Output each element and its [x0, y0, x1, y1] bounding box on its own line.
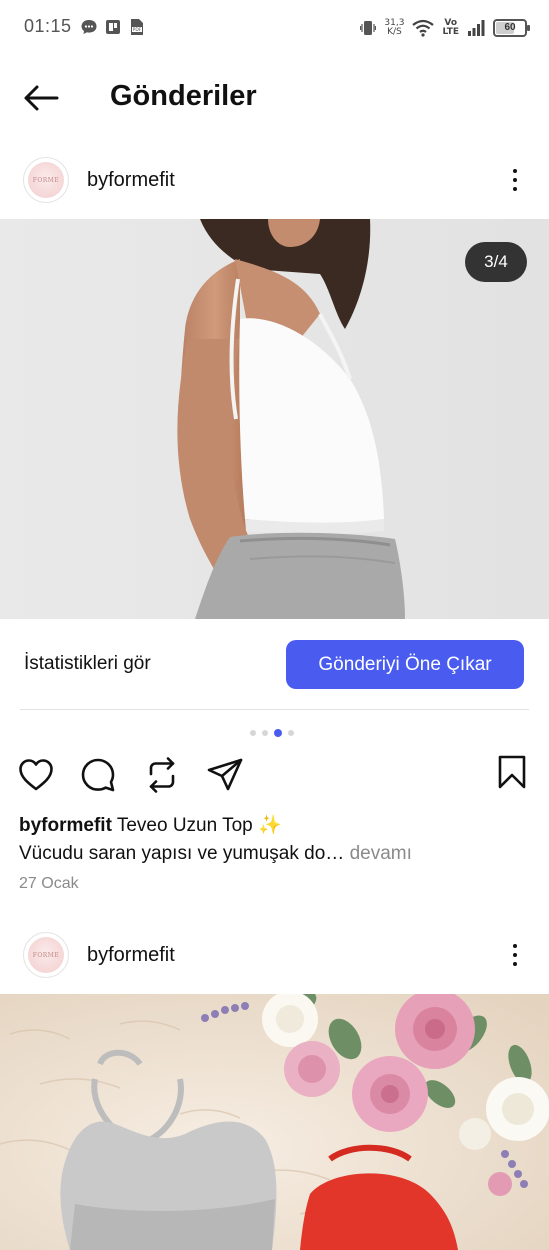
share-icon: [207, 758, 243, 791]
post-caption: byformefit Teveo Uzun Top ✨ Vücudu saran…: [19, 812, 534, 868]
carousel-dot: [288, 730, 294, 736]
caption-username[interactable]: byformefit: [19, 815, 112, 836]
chat-notification-icon: [81, 20, 97, 34]
app-notification-icon: [106, 20, 120, 34]
post-image[interactable]: [0, 219, 549, 619]
back-arrow-icon: [24, 85, 59, 111]
vibrate-icon: [360, 21, 377, 35]
post-image[interactable]: [0, 994, 549, 1250]
share-button[interactable]: [205, 755, 245, 795]
signal-icon: [468, 20, 485, 36]
view-insights-link[interactable]: İstatistikleri gör: [24, 653, 151, 675]
network-speed: 31,3 K/S: [384, 19, 404, 37]
media-counter: 3/4: [465, 242, 527, 282]
pdf-notification-icon: PDF: [131, 19, 143, 35]
caption-more-link[interactable]: devamı: [350, 843, 412, 864]
avatar[interactable]: FORME: [23, 157, 69, 203]
carousel-dot: [262, 730, 268, 736]
avatar-logo-text: FORME: [32, 951, 60, 959]
repost-icon: [149, 757, 175, 793]
battery-level: 60: [504, 22, 516, 33]
carousel-dot: [250, 730, 256, 736]
like-button[interactable]: [16, 755, 56, 795]
avatar[interactable]: FORME: [23, 932, 69, 978]
volte-indicator: Vo LTE: [442, 19, 459, 37]
save-button[interactable]: [492, 752, 532, 792]
divider: [20, 709, 529, 710]
battery-indicator: 60: [493, 19, 530, 37]
more-vertical-icon: [513, 944, 517, 948]
network-speed-unit: K/S: [387, 27, 402, 37]
bookmark-icon: [498, 755, 526, 789]
product-photo: [0, 994, 549, 1250]
product-photo: [0, 219, 549, 619]
repost-button[interactable]: [142, 755, 182, 795]
carousel-dot-active: [274, 729, 282, 737]
post-username[interactable]: byformefit: [87, 169, 175, 192]
status-bar: 01:15 PDF 31,3 K/S Vo LTE 60: [0, 0, 549, 56]
carousel-indicator: [250, 729, 294, 737]
post-date: 27 Ocak: [19, 875, 79, 892]
post-more-button[interactable]: [500, 160, 530, 200]
avatar-logo-text: FORME: [32, 176, 60, 184]
page-title: Gönderiler: [110, 80, 257, 112]
avatar-logo: FORME: [28, 937, 64, 973]
status-time: 01:15: [24, 16, 72, 36]
avatar-logo: FORME: [28, 162, 64, 198]
more-vertical-icon: [513, 169, 517, 173]
comment-icon: [81, 758, 115, 792]
volte-bottom: LTE: [442, 27, 459, 37]
svg-text:PDF: PDF: [133, 27, 142, 33]
post-more-button[interactable]: [500, 935, 530, 975]
heart-icon: [19, 759, 53, 791]
boost-post-button[interactable]: Gönderiyi Öne Çıkar: [286, 640, 524, 689]
caption-title: Teveo Uzun Top ✨: [116, 815, 282, 836]
caption-text: Vücudu saran yapısı ve yumuşak do…: [19, 843, 345, 864]
status-right-group: 31,3 K/S Vo LTE 60: [360, 14, 530, 42]
post-username[interactable]: byformefit: [87, 944, 175, 967]
back-button[interactable]: [18, 78, 64, 118]
wifi-icon: [412, 19, 435, 37]
comment-button[interactable]: [78, 755, 118, 795]
